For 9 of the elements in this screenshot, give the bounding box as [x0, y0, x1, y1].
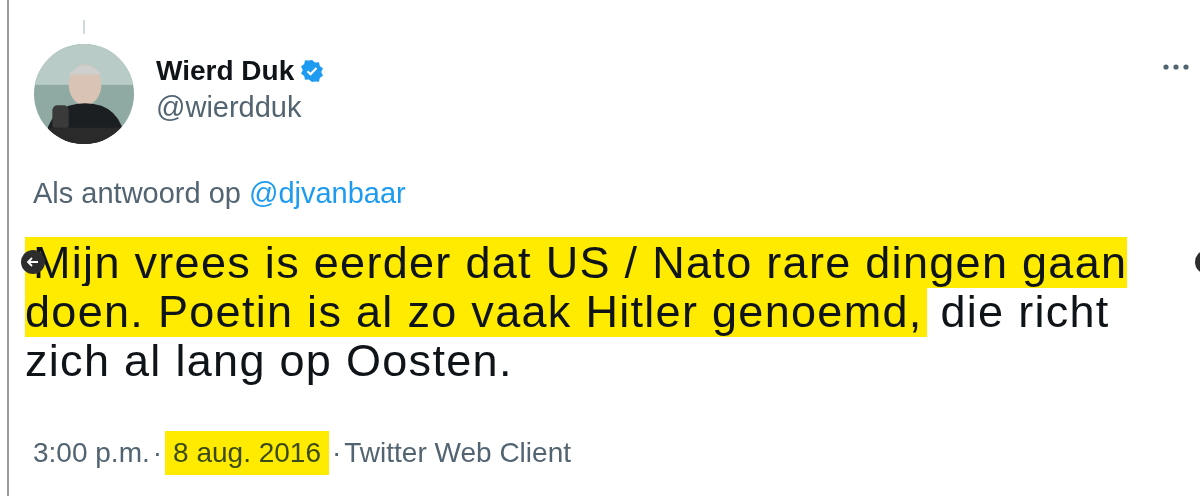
author-handle[interactable]: @wierdduk — [156, 90, 325, 124]
tweet-source: Twitter Web Client — [344, 437, 571, 469]
author-name[interactable]: Wierd Duk — [156, 54, 295, 87]
more-options-icon[interactable] — [1163, 64, 1189, 70]
tweet-time[interactable]: 3:00 p.m. — [33, 437, 150, 469]
separator-dot: · — [151, 437, 164, 469]
separator-dot: · — [331, 437, 343, 469]
reply-label: Als antwoord op — [33, 177, 241, 210]
tweet-date[interactable]: 8 aug. 2016 — [165, 431, 329, 475]
